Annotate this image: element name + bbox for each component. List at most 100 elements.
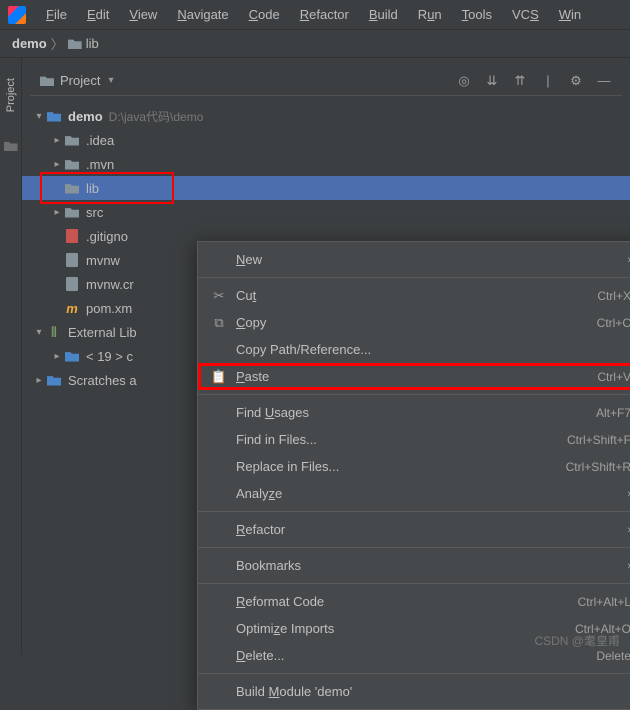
folder-icon: [65, 135, 79, 146]
folder-icon: [68, 38, 82, 49]
shortcut: Alt+F7: [596, 406, 630, 420]
tree-label: lib: [86, 181, 99, 196]
tree-label: < 19 > c: [86, 349, 133, 364]
panel-toolbar: ◎ ⇊ ⇈ | ⚙ —: [456, 73, 612, 89]
file-icon: [66, 277, 78, 291]
cm-findusages[interactable]: Find Usages Alt+F7: [198, 399, 630, 426]
copy-icon: ⧉: [210, 315, 228, 331]
project-panel: Project ▾ ◎ ⇊ ⇈ | ⚙ — demo D:\java代码\dem…: [22, 58, 630, 655]
cm-findinfiles[interactable]: Find in Files... Ctrl+Shift+F: [198, 426, 630, 453]
menu-view[interactable]: View: [119, 3, 167, 26]
cm-copypath[interactable]: Copy Path/Reference...: [198, 336, 630, 363]
cm-copy[interactable]: ⧉ Copy Ctrl+C: [198, 309, 630, 336]
chevron-right-icon[interactable]: [50, 351, 64, 362]
chevron-down-icon[interactable]: [32, 111, 46, 122]
menu-code[interactable]: Code: [239, 3, 290, 26]
tree-path: D:\java代码\demo: [109, 108, 204, 125]
tree-label: Scratches a: [68, 373, 137, 388]
app-icon: [8, 6, 26, 24]
separator: [198, 394, 630, 395]
breadcrumb-child[interactable]: lib: [86, 36, 99, 51]
shortcut: Ctrl+Shift+R: [566, 460, 630, 474]
collapse-all-icon[interactable]: ⇈: [512, 73, 528, 89]
tree-label: demo: [68, 109, 103, 124]
shortcut: Delete: [596, 649, 630, 663]
side-tab-project[interactable]: Project: [0, 58, 22, 655]
tree-item-idea[interactable]: .idea: [22, 128, 630, 152]
folder-icon: [4, 140, 18, 151]
cm-buildmodule[interactable]: Build Module 'demo': [198, 678, 630, 705]
cm-refactor[interactable]: Refactor ›: [198, 516, 630, 543]
cm-cut[interactable]: ✂ Cut Ctrl+X: [198, 282, 630, 309]
cm-reformat[interactable]: Reformat Code Ctrl+Alt+L: [198, 588, 630, 615]
shortcut: Ctrl+V: [597, 370, 630, 384]
panel-title[interactable]: Project: [60, 73, 100, 88]
chevron-right-icon[interactable]: [50, 135, 64, 146]
separator: [198, 277, 630, 278]
paste-icon: 📋: [210, 369, 228, 385]
expand-all-icon[interactable]: ⇊: [484, 73, 500, 89]
label: Copy Path/Reference...: [236, 342, 630, 357]
menu-navigate[interactable]: Navigate: [167, 3, 238, 26]
side-tab-label: Project: [5, 78, 17, 112]
cm-replaceinfiles[interactable]: Replace in Files... Ctrl+Shift+R: [198, 453, 630, 480]
cm-analyze[interactable]: Analyze ›: [198, 480, 630, 507]
main-area: Project Project ▾ ◎ ⇊ ⇈ | ⚙ — demo D:\ja…: [0, 58, 630, 655]
chevron-down-icon[interactable]: ▾: [108, 75, 113, 86]
folder-icon: [40, 75, 54, 86]
label: Find in Files...: [236, 432, 567, 447]
gitignore-icon: [66, 229, 78, 243]
cm-bookmarks[interactable]: Bookmarks ›: [198, 552, 630, 579]
folder-icon: [65, 207, 79, 218]
cut-icon: ✂: [210, 288, 228, 304]
tree-label: External Lib: [68, 325, 137, 340]
shortcut: Ctrl+Alt+L: [578, 595, 630, 609]
gear-icon[interactable]: ⚙: [568, 73, 584, 89]
chevron-right-icon[interactable]: [50, 159, 64, 170]
tree-root[interactable]: demo D:\java代码\demo: [22, 104, 630, 128]
separator: [198, 673, 630, 674]
panel-header: Project ▾ ◎ ⇊ ⇈ | ⚙ —: [30, 66, 622, 96]
breadcrumb-root[interactable]: demo: [12, 36, 47, 51]
module-icon: [47, 111, 61, 122]
chevron-right-icon[interactable]: [50, 207, 64, 218]
separator: [198, 583, 630, 584]
chevron-right-icon: 〉: [51, 34, 64, 53]
tree-item-src[interactable]: src: [22, 200, 630, 224]
shortcut: Ctrl+Shift+F: [567, 433, 630, 447]
menu-run[interactable]: Run: [408, 3, 452, 26]
tree-label: mvnw.cr: [86, 277, 134, 292]
shortcut: Ctrl+C: [597, 316, 630, 330]
shortcut: Ctrl+X: [597, 289, 630, 303]
cm-paste[interactable]: 📋 Paste Ctrl+V: [198, 363, 630, 390]
tree-label: src: [86, 205, 103, 220]
jdk-icon: [65, 351, 79, 362]
menu-vcs[interactable]: VCS: [502, 3, 549, 26]
tree-label: mvnw: [86, 253, 120, 268]
chevron-right-icon[interactable]: [32, 375, 46, 386]
tree-label: .idea: [86, 133, 114, 148]
tree-item-lib[interactable]: lib: [22, 176, 630, 200]
breadcrumb: demo 〉 lib: [0, 30, 630, 58]
menu-window[interactable]: Win: [549, 3, 591, 26]
hide-icon[interactable]: —: [596, 73, 612, 89]
label: Replace in Files...: [236, 459, 566, 474]
menu-build[interactable]: Build: [359, 3, 408, 26]
file-icon: [66, 253, 78, 267]
menubar: File Edit View Navigate Code Refactor Bu…: [0, 0, 630, 30]
menu-edit[interactable]: Edit: [77, 3, 119, 26]
tree-label: .mvn: [86, 157, 114, 172]
folder-icon: [65, 183, 79, 194]
menu-refactor[interactable]: Refactor: [290, 3, 359, 26]
maven-icon: m: [64, 301, 80, 315]
separator: [198, 547, 630, 548]
menu-tools[interactable]: Tools: [452, 3, 502, 26]
tree-item-mvn[interactable]: .mvn: [22, 152, 630, 176]
chevron-down-icon[interactable]: [32, 327, 46, 338]
library-icon: ⦀: [46, 325, 62, 339]
cm-new[interactable]: New ›: [198, 246, 630, 273]
target-icon[interactable]: ◎: [456, 73, 472, 89]
menu-file[interactable]: File: [36, 3, 77, 26]
tree-label: .gitigno: [86, 229, 128, 244]
tree-label: pom.xm: [86, 301, 132, 316]
